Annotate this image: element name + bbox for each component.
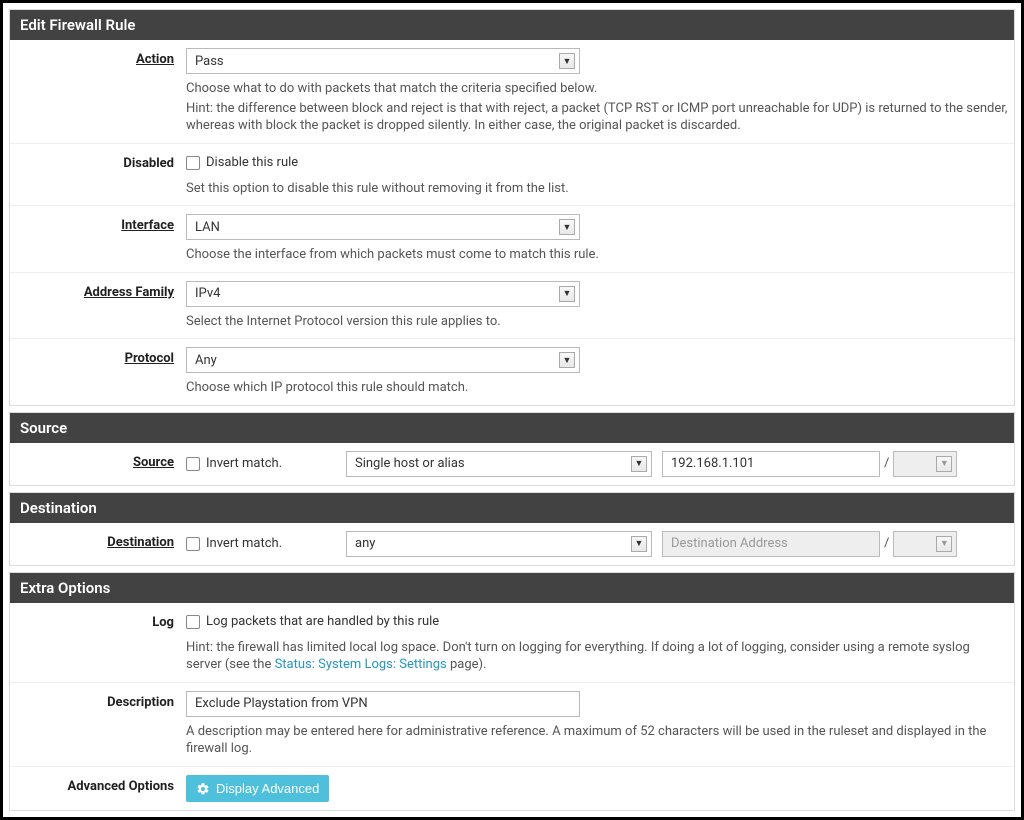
select-action[interactable]: Pass ▼ xyxy=(186,48,580,74)
label-log: Log xyxy=(16,611,186,674)
source-mask-separator: / xyxy=(880,456,893,471)
label-advanced: Advanced Options xyxy=(16,775,186,802)
help-interface: Choose the interface from which packets … xyxy=(186,246,1008,264)
label-source: Source xyxy=(16,451,186,477)
panel-edit-rule: Edit Firewall Rule Action Pass ▼ Choose … xyxy=(9,9,1015,406)
chevron-down-icon: ▼ xyxy=(936,456,952,472)
select-address-family[interactable]: IPv4 ▼ xyxy=(186,281,580,307)
label-interface: Interface xyxy=(16,214,186,264)
chevron-down-icon: ▼ xyxy=(936,536,952,552)
chevron-down-icon: ▼ xyxy=(631,456,647,472)
checkbox-destination-invert[interactable] xyxy=(186,537,200,551)
display-advanced-button[interactable]: Display Advanced xyxy=(186,775,329,802)
row-interface: Interface LAN ▼ Choose the interface fro… xyxy=(10,206,1014,273)
help-action-2: Hint: the difference between block and r… xyxy=(186,100,1008,135)
select-destination-type-value: any xyxy=(355,536,375,551)
checkbox-destination-invert-label: Invert match. xyxy=(206,536,282,551)
help-protocol: Choose which IP protocol this rule shoul… xyxy=(186,379,1008,397)
chevron-down-icon: ▼ xyxy=(559,219,575,235)
label-action: Action xyxy=(16,48,186,135)
select-source-type-value: Single host or alias xyxy=(355,456,465,471)
select-destination-mask[interactable]: ▼ xyxy=(893,531,957,557)
panel-source: Source Source Invert match. Single host … xyxy=(9,412,1015,486)
row-description: Description Exclude Playstation from VPN… xyxy=(10,683,1014,767)
chevron-down-icon: ▼ xyxy=(631,536,647,552)
help-log: Hint: the firewall has limited local log… xyxy=(186,639,1008,674)
chevron-down-icon: ▼ xyxy=(559,286,575,302)
row-log: Log Log packets that are handled by this… xyxy=(10,603,1014,683)
row-disabled: Disabled Disable this rule Set this opti… xyxy=(10,144,1014,207)
input-source-address[interactable]: 192.168.1.101 xyxy=(662,451,880,477)
chevron-down-icon: ▼ xyxy=(559,53,575,69)
panel-header-source: Source xyxy=(10,413,1014,443)
panel-extra-options: Extra Options Log Log packets that are h… xyxy=(9,572,1015,811)
help-address-family: Select the Internet Protocol version thi… xyxy=(186,313,1008,331)
select-interface[interactable]: LAN ▼ xyxy=(186,214,580,240)
firewall-rule-editor: Edit Firewall Rule Action Pass ▼ Choose … xyxy=(0,0,1024,820)
panel-header-extra: Extra Options xyxy=(10,573,1014,603)
panel-destination: Destination Destination Invert match. an… xyxy=(9,492,1015,566)
help-description: A description may be entered here for ad… xyxy=(186,723,1008,758)
select-protocol-value: Any xyxy=(195,353,217,368)
select-interface-value: LAN xyxy=(195,220,220,235)
input-description[interactable]: Exclude Playstation from VPN xyxy=(186,691,580,717)
checkbox-log-label: Log packets that are handled by this rul… xyxy=(206,614,439,629)
label-destination: Destination xyxy=(16,531,186,557)
gear-icon xyxy=(196,782,210,796)
label-disabled: Disabled xyxy=(16,152,186,198)
checkbox-log[interactable] xyxy=(186,615,200,629)
row-destination: Destination Invert match. any ▼ Destinat… xyxy=(10,523,1014,565)
select-source-type[interactable]: Single host or alias ▼ xyxy=(346,451,652,477)
chevron-down-icon: ▼ xyxy=(559,352,575,368)
select-protocol[interactable]: Any ▼ xyxy=(186,347,580,373)
help-action-1: Choose what to do with packets that matc… xyxy=(186,80,1008,98)
row-action: Action Pass ▼ Choose what to do with pac… xyxy=(10,40,1014,144)
checkbox-disable-rule[interactable] xyxy=(186,156,200,170)
checkbox-source-invert-label: Invert match. xyxy=(206,456,282,471)
row-address-family: Address Family IPv4 ▼ Select the Interne… xyxy=(10,273,1014,340)
select-action-value: Pass xyxy=(195,54,224,69)
destination-mask-separator: / xyxy=(880,536,893,551)
select-destination-type[interactable]: any ▼ xyxy=(346,531,652,557)
select-address-family-value: IPv4 xyxy=(195,286,220,301)
select-source-mask[interactable]: ▼ xyxy=(893,451,957,477)
checkbox-disable-rule-label: Disable this rule xyxy=(206,155,298,170)
help-disabled: Set this option to disable this rule wit… xyxy=(186,180,1008,198)
panel-header-destination: Destination xyxy=(10,493,1014,523)
label-protocol: Protocol xyxy=(16,347,186,397)
label-description: Description xyxy=(16,691,186,758)
row-source: Source Invert match. Single host or alia… xyxy=(10,443,1014,485)
panel-header-edit: Edit Firewall Rule xyxy=(10,10,1014,40)
row-advanced: Advanced Options Display Advanced xyxy=(10,767,1014,810)
row-protocol: Protocol Any ▼ Choose which IP protocol … xyxy=(10,339,1014,405)
label-address-family: Address Family xyxy=(16,281,186,331)
display-advanced-label: Display Advanced xyxy=(216,781,319,796)
input-destination-address[interactable]: Destination Address xyxy=(662,531,880,557)
link-syslog-settings[interactable]: Status: System Logs: Settings xyxy=(275,657,447,672)
checkbox-source-invert[interactable] xyxy=(186,457,200,471)
